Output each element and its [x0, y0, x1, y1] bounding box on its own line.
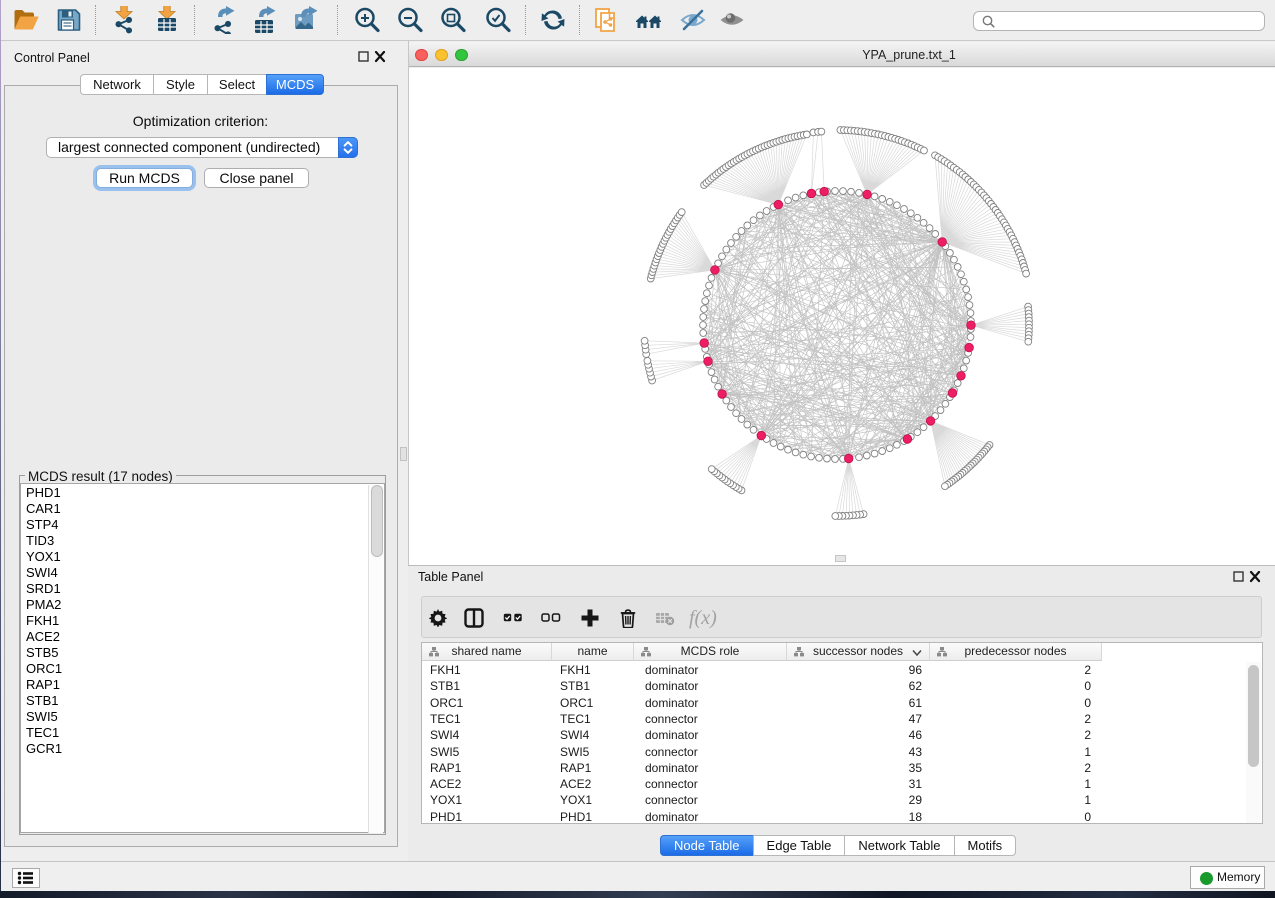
svg-text:f(x): f(x)	[689, 607, 717, 629]
